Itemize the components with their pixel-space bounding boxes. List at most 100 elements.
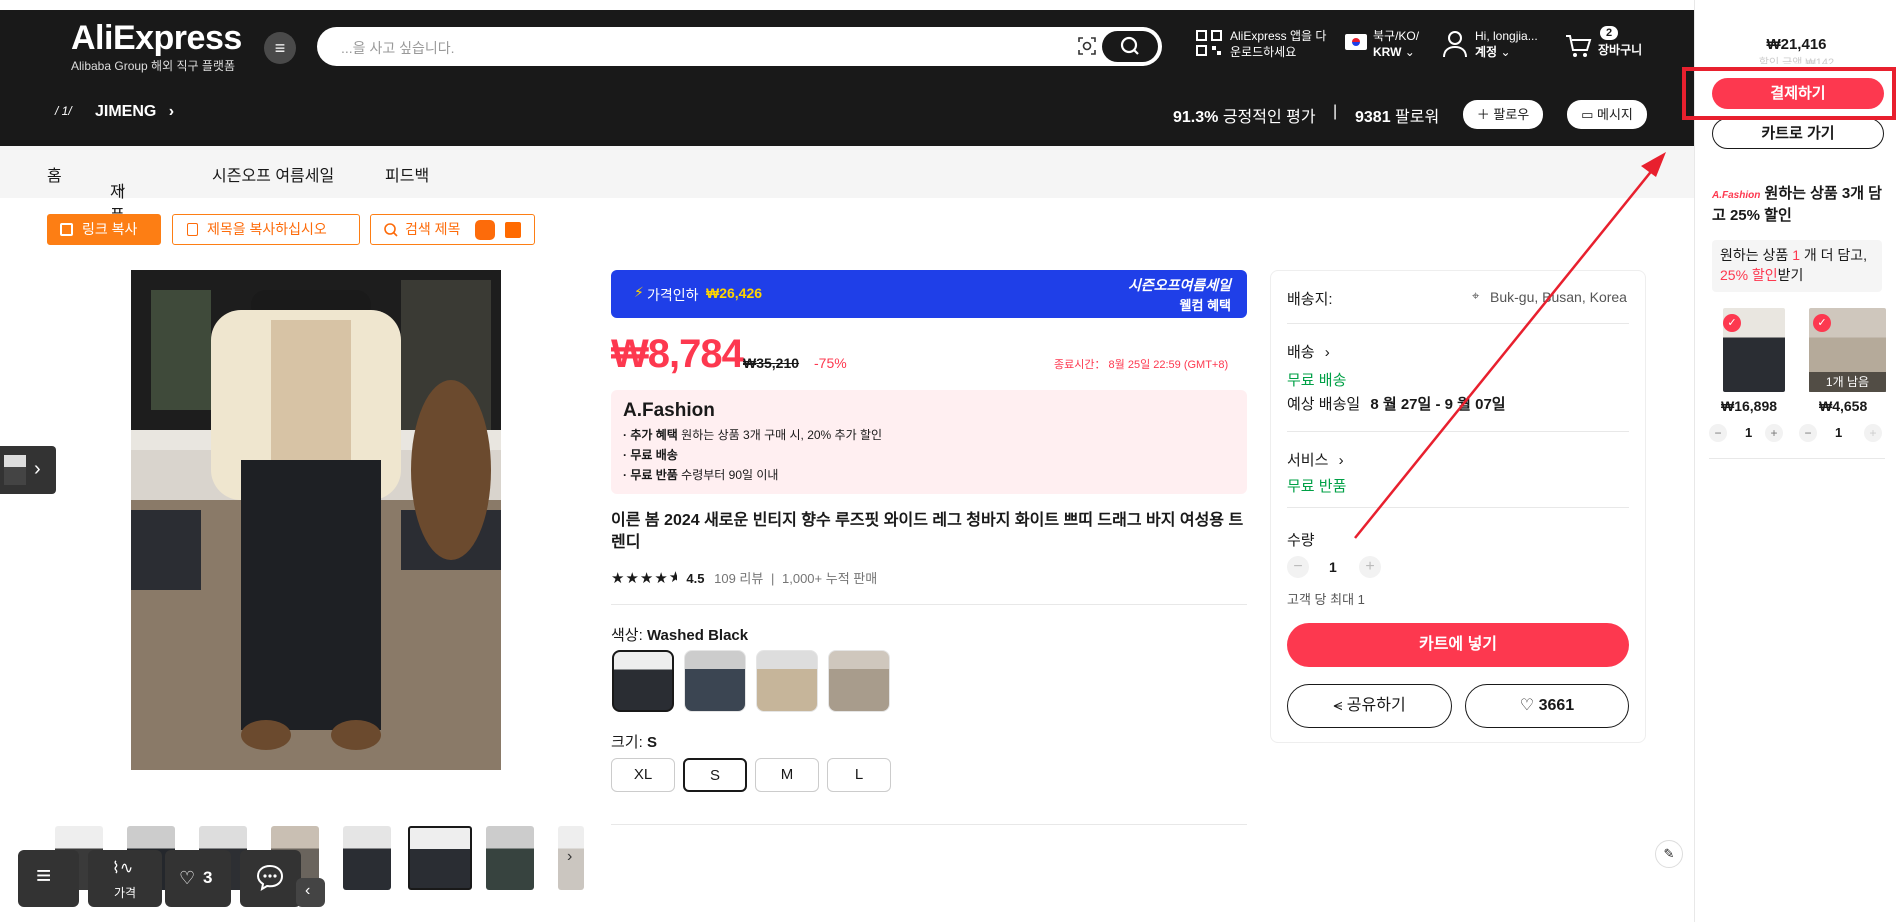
more-mid: 개 더 담고, [1803, 247, 1868, 263]
store-name-link[interactable]: JIMENG › [95, 103, 174, 121]
size-value: S [646, 734, 657, 751]
ship-to-value[interactable]: Buk-gu, Busan, Korea [1490, 289, 1627, 305]
nav-sale[interactable]: 시즌오프 여름세일 [212, 162, 334, 186]
search-input[interactable]: ...을 사고 싶습니다. [341, 38, 455, 58]
quantity-decrease-button[interactable]: − [1287, 556, 1309, 578]
add-to-cart-button[interactable]: 카트에 넣기 [1287, 623, 1629, 667]
currency-text: KRW [1373, 45, 1402, 59]
benefit-free-shipping-label: · 무료 배송 [623, 448, 678, 462]
original-price: ₩35,210 [743, 355, 800, 371]
share-button[interactable]: ⪪ 공유하기 [1287, 684, 1452, 728]
wishlist-button[interactable]: ♡ 3661 [1465, 684, 1629, 728]
fashion-benefits-box: A.Fashion · 추가 혜택 원하는 상품 3개 구매 시, 20% 추가… [611, 390, 1247, 494]
thumbnail-5[interactable] [343, 826, 391, 890]
store-nav: 홈 제품 ⌄ 시즌오프 여름세일 피드백 [0, 146, 1694, 225]
divider [1287, 323, 1629, 324]
divider [611, 824, 1247, 825]
edit-button[interactable]: ✎ [1655, 840, 1683, 868]
price-float-button[interactable]: ⌇∿ 가격 [88, 850, 162, 907]
fashion-brand: A.Fashion [623, 400, 715, 421]
max-per-customer: 고객 당 최대 1 [1287, 592, 1365, 607]
thumbnail-6-selected[interactable] [408, 826, 472, 890]
quantity-increase-button[interactable]: + [1359, 556, 1381, 578]
store-logo: / 1/ [55, 104, 72, 118]
size-label-row: 크기: S [611, 731, 657, 752]
search-title-label: 검색 제목 [405, 221, 461, 237]
annotation-highlight-box [1682, 67, 1896, 120]
cart-item-qty[interactable]: 1 [1835, 425, 1842, 440]
review-count[interactable]: 109 리뷰 [714, 571, 763, 586]
color-option-4[interactable] [828, 650, 890, 712]
chat-icon [256, 864, 284, 891]
thumbnail-7[interactable] [486, 826, 534, 890]
qr-code-icon [1196, 30, 1222, 56]
delivery-link[interactable]: 배송 › [1287, 341, 1330, 362]
benefit-free-return: · 무료 반품 수령부터 90일 이내 [623, 466, 778, 483]
product-title: 이른 봄 2024 새로운 빈티지 향수 루즈핏 와이드 레그 청바지 화이트 … [611, 512, 1244, 551]
wishlist-float-button[interactable]: ♡ 3 [165, 850, 231, 907]
go-to-cart-button[interactable]: 카트로 가기 [1712, 118, 1884, 149]
chevron-right-icon: › [1324, 344, 1330, 361]
copy-title-label: 제목을 복사하십시오 [207, 221, 327, 237]
copy-link-label: 링크 복사 [82, 221, 138, 237]
size-option-l[interactable]: L [827, 758, 891, 792]
search-title-button[interactable]: 검색 제목 [370, 214, 535, 245]
plus-icon: ＋ [1476, 107, 1490, 122]
size-option-m[interactable]: M [755, 758, 819, 792]
chevron-left-icon: ‹ [305, 882, 311, 899]
cart-item-increase[interactable]: + [1765, 424, 1783, 442]
main-product-image[interactable] [131, 270, 501, 770]
divider [611, 604, 1247, 605]
copy-link-button[interactable]: 링크 복사 [47, 214, 161, 245]
more-pct: 25% 할인 [1720, 267, 1778, 283]
logo-subtext: Alibaba Group 해외 직구 플랫폼 [71, 59, 235, 73]
menu-button[interactable]: ≡ [264, 32, 296, 64]
color-option-washed-black[interactable] [612, 650, 674, 712]
benefit-free-return-label: · 무료 반품 [623, 468, 678, 482]
nav-home[interactable]: 홈 [47, 162, 62, 186]
free-shipping-text: 무료 배송 [1287, 372, 1347, 389]
service-link[interactable]: 서비스 › [1287, 449, 1344, 470]
estimated-delivery-value: 8 월 27일 - 9 월 07일 [1370, 396, 1506, 413]
share-icon: ⪪ [1333, 697, 1343, 714]
price-drop-banner[interactable]: ⚡ 가격인하 ₩26,426 시즌오프여름세일 웰컴 혜택 [611, 270, 1247, 318]
cart-item-decrease[interactable]: − [1799, 424, 1817, 442]
quantity-value[interactable]: 1 [1329, 559, 1337, 575]
estimated-delivery: 예상 배송일 8 월 27일 - 9 월 07일 [1287, 393, 1506, 414]
color-option-2[interactable] [684, 650, 746, 712]
lightning-icon: ⚡ [634, 284, 644, 300]
search-button[interactable] [1102, 31, 1158, 62]
menu-float-button[interactable]: ≡ [18, 850, 79, 907]
chat-float-button[interactable] [240, 850, 301, 907]
image-search-icon[interactable] [1077, 36, 1097, 56]
top-header: AliExpress Alibaba Group 해외 직구 플랫폼 ≡ ...… [0, 10, 1694, 146]
follow-button[interactable]: ＋ 팔로우 [1463, 100, 1543, 129]
nav-feedback[interactable]: 피드백 [385, 162, 429, 186]
check-icon[interactable]: ✓ [1723, 314, 1741, 332]
cart-item-decrease[interactable]: − [1709, 424, 1727, 442]
message-button[interactable]: ▭ 메시지 [1567, 100, 1647, 129]
thumbnail-next-icon[interactable]: › [567, 848, 572, 866]
cart-item-qty[interactable]: 1 [1745, 425, 1752, 440]
collapse-float-button[interactable]: ‹ [296, 878, 325, 907]
search-bar[interactable]: ...을 사고 싶습니다. [317, 27, 1162, 66]
aliexpress-logo[interactable]: AliExpress Alibaba Group 해외 직구 플랫폼 [71, 19, 242, 74]
store-bar: / 1/ JIMENG › 91.3% 긍정적인 평가 | 9381 팔로워 ＋… [0, 92, 1694, 136]
size-option-xl[interactable]: XL [611, 758, 675, 792]
product-photo [131, 270, 501, 770]
cart-item-increase[interactable]: + [1864, 424, 1882, 442]
stock-left-badge: 1개 남음 [1809, 372, 1886, 392]
check-icon[interactable]: ✓ [1813, 314, 1831, 332]
link-icon [60, 223, 73, 236]
sidebar-more-promo: 원하는 상품 1 개 더 담고, 25% 할인받기 [1712, 240, 1882, 292]
color-option-3[interactable] [756, 650, 818, 712]
prev-product-tab[interactable]: › [0, 446, 56, 494]
app-download-line2: 운로드하세요 [1230, 45, 1297, 59]
followers-value: 9381 [1355, 109, 1391, 126]
estimated-delivery-label: 예상 배송일 [1287, 396, 1361, 413]
share-label: 공유하기 [1346, 697, 1406, 714]
copy-title-button[interactable]: 제목을 복사하십시오 [172, 214, 360, 245]
current-price: ₩8,784 [611, 332, 744, 376]
size-option-s[interactable]: S [683, 758, 747, 792]
divider [1287, 431, 1629, 432]
